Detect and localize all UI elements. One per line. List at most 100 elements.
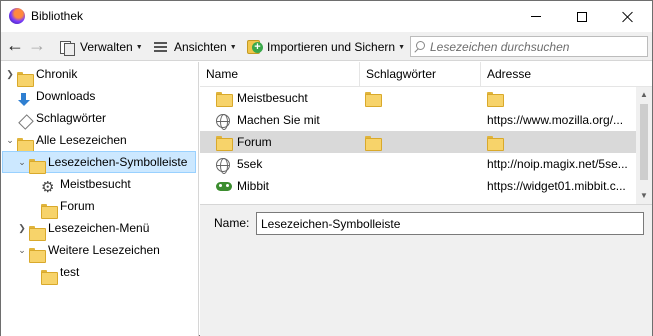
chevron-right-icon[interactable]: ❯ xyxy=(5,69,15,79)
tree-item-label: Forum xyxy=(60,199,95,213)
table-row[interactable]: Meistbesucht xyxy=(200,87,636,109)
title-bar: Bibliothek xyxy=(1,1,652,32)
row-address: https://www.mozilla.org/... xyxy=(487,113,624,127)
row-address xyxy=(487,131,634,153)
row-address xyxy=(487,87,634,109)
tree-item-tags[interactable]: Schlagwörter xyxy=(1,107,198,129)
back-button[interactable]: ← xyxy=(4,36,26,56)
close-button[interactable] xyxy=(605,1,651,32)
forward-button[interactable]: → xyxy=(26,36,48,56)
chevron-down-icon[interactable]: ⌄ xyxy=(17,157,27,167)
search-icon xyxy=(416,41,425,50)
row-address: http://noip.magix.net/5se... xyxy=(487,157,628,171)
import-backup-menu-button[interactable]: Importieren und Sichern ▼ xyxy=(246,37,405,57)
gear-icon xyxy=(41,178,55,196)
organize-icon xyxy=(59,39,75,56)
views-list-icon xyxy=(153,39,169,55)
tree-item-label: test xyxy=(60,265,80,279)
chevron-right-icon[interactable]: ❯ xyxy=(17,223,27,233)
folder-tree[interactable]: ❯ Chronik Downloads Schlagwörter ⌄ Alle … xyxy=(1,62,199,336)
table-row[interactable]: Forum xyxy=(200,131,636,153)
column-header-address[interactable]: Adresse xyxy=(481,62,636,87)
toolbar: ← → Verwalten ▼ Ansichten ▼ Importieren … xyxy=(1,32,652,61)
maximize-button[interactable] xyxy=(559,1,605,32)
row-tags xyxy=(365,109,475,131)
organize-label: Verwalten xyxy=(80,40,133,54)
library-window: Bibliothek ← → Verwalten ▼ Ansichten ▼ I… xyxy=(0,0,653,336)
tree-item-label: Downloads xyxy=(36,89,96,103)
views-label: Ansichten xyxy=(174,40,227,54)
arrow-left-icon: ← xyxy=(6,35,24,55)
table-row[interactable]: 5sek http://noip.magix.net/5se... xyxy=(200,153,636,175)
dropdown-caret-icon: ▼ xyxy=(135,43,143,51)
column-header-tags[interactable]: Schlagwörter xyxy=(360,62,481,87)
bookmarks-table[interactable]: Name Schlagwörter Adresse Meistbesucht M… xyxy=(200,62,652,204)
folder-icon xyxy=(29,225,46,241)
folder-icon xyxy=(365,136,382,151)
folder-icon xyxy=(17,137,34,153)
dropdown-caret-icon: ▼ xyxy=(398,43,406,51)
folder-icon xyxy=(29,158,46,174)
scroll-up-icon[interactable]: ▲ xyxy=(636,87,652,103)
scroll-down-icon[interactable]: ▼ xyxy=(636,188,652,204)
tree-item-label: Chronik xyxy=(36,67,78,81)
globe-icon xyxy=(216,158,230,174)
row-name: Machen Sie mit xyxy=(237,113,320,127)
vertical-scrollbar[interactable]: ▲ ▼ xyxy=(636,87,652,204)
tree-item-label: Meistbesucht xyxy=(60,177,131,191)
tree-item-most-visited[interactable]: Meistbesucht xyxy=(1,173,198,196)
details-pane: Name: xyxy=(200,204,652,336)
window-title: Bibliothek xyxy=(31,9,84,23)
tree-item-label: Alle Lesezeichen xyxy=(36,133,127,147)
row-name: Meistbesucht xyxy=(237,91,308,105)
row-address: https://widget01.mibbit.c... xyxy=(487,179,626,193)
dropdown-caret-icon: ▼ xyxy=(229,43,237,51)
folder-icon xyxy=(365,92,382,107)
tree-item-all-bookmarks[interactable]: ⌄ Alle Lesezeichen xyxy=(1,129,198,153)
table-header: Name Schlagwörter Adresse xyxy=(200,62,652,87)
tag-icon xyxy=(18,115,32,129)
table-row[interactable]: Machen Sie mit https://www.mozilla.org/.… xyxy=(200,109,636,131)
tree-item-chronik[interactable]: ❯ Chronik xyxy=(1,63,198,87)
tree-item-bookmarks-menu[interactable]: ❯ Lesezeichen-Menü xyxy=(1,217,198,241)
row-tags xyxy=(365,153,475,175)
tree-item-label: Lesezeichen-Menü xyxy=(48,221,150,235)
maximize-icon xyxy=(577,11,587,22)
organize-menu-button[interactable]: Verwalten ▼ xyxy=(59,37,143,57)
tree-item-forum[interactable]: Forum xyxy=(1,195,198,219)
minimize-button[interactable] xyxy=(513,1,559,32)
row-tags xyxy=(365,87,475,109)
chevron-down-icon[interactable]: ⌄ xyxy=(17,245,27,255)
table-body: Meistbesucht Machen Sie mit https://www.… xyxy=(200,87,636,204)
tree-item-other-bookmarks[interactable]: ⌄ Weitere Lesezeichen xyxy=(1,239,198,263)
row-name: Mibbit xyxy=(237,179,270,193)
row-tags xyxy=(365,175,475,197)
scrollbar-thumb[interactable] xyxy=(640,104,648,180)
close-icon xyxy=(622,11,634,23)
row-name: Forum xyxy=(237,135,272,149)
minimize-icon xyxy=(531,16,541,17)
column-header-name[interactable]: Name xyxy=(200,62,360,87)
tree-item-label: Weitere Lesezeichen xyxy=(48,243,160,257)
folder-icon xyxy=(17,71,34,87)
name-field[interactable] xyxy=(256,212,644,235)
import-label: Importieren und Sichern xyxy=(267,40,396,54)
mibbit-icon xyxy=(216,180,232,192)
folder-icon xyxy=(29,247,46,263)
tree-item-label: Lesezeichen-Symbolleiste xyxy=(48,155,188,169)
search-box[interactable] xyxy=(410,36,648,57)
table-row[interactable]: Mibbit https://widget01.mibbit.c... xyxy=(200,175,636,197)
tree-item-bookmarks-toolbar[interactable]: ⌄ Lesezeichen-Symbolleiste xyxy=(2,151,196,174)
folder-icon xyxy=(487,136,504,151)
name-field-label: Name: xyxy=(214,216,250,230)
tree-item-test[interactable]: test xyxy=(1,261,198,285)
folder-icon xyxy=(41,269,58,285)
views-menu-button[interactable]: Ansichten ▼ xyxy=(153,37,237,57)
folder-icon xyxy=(41,203,58,219)
search-input[interactable] xyxy=(430,39,644,54)
folder-icon xyxy=(216,92,233,107)
chevron-down-icon[interactable]: ⌄ xyxy=(5,135,15,145)
tree-item-downloads[interactable]: Downloads xyxy=(1,85,198,107)
firefox-icon xyxy=(9,8,25,24)
row-name: 5sek xyxy=(237,157,263,171)
